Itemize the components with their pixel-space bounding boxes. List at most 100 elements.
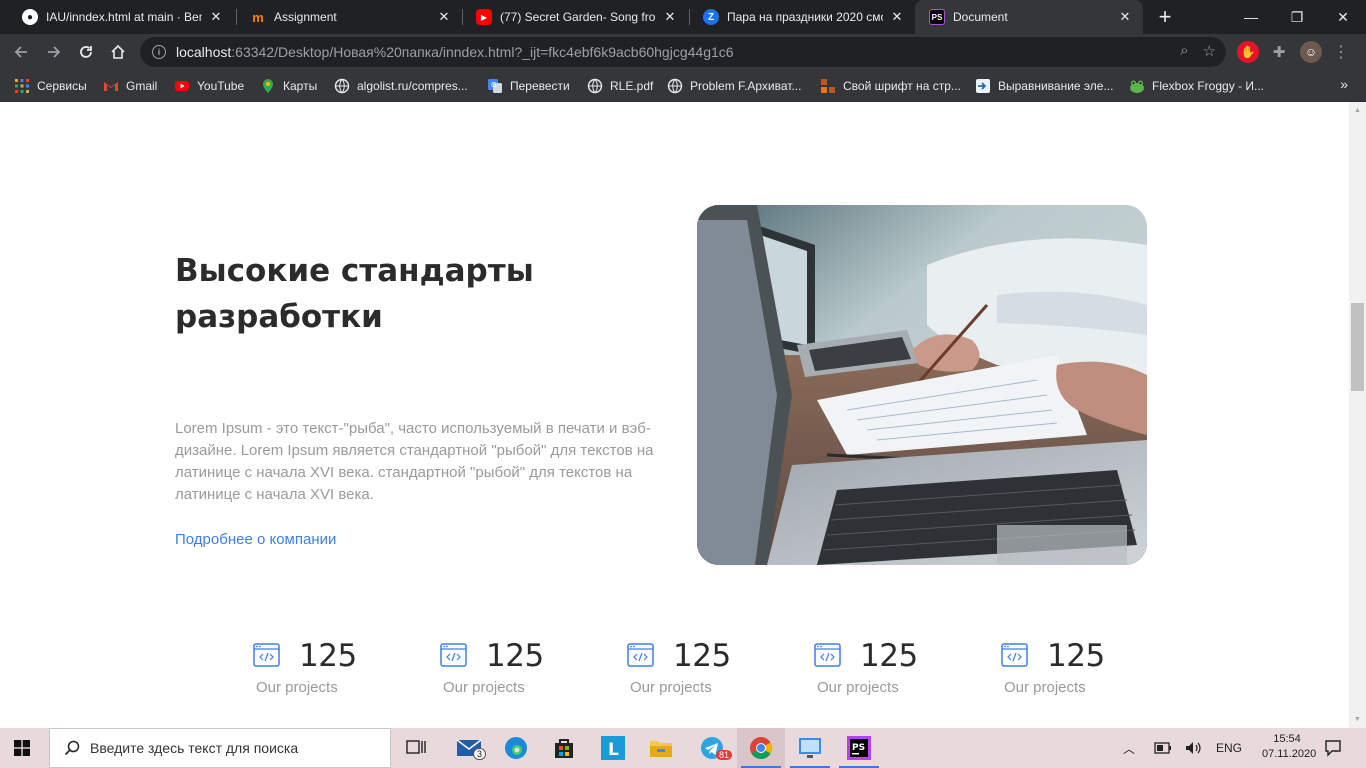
close-tab-icon[interactable]: ✕ xyxy=(662,9,678,25)
stat-item: 125 Our projects xyxy=(253,638,373,708)
bookmark-rle-pdf[interactable]: RLE.pdf xyxy=(587,76,653,96)
bookmark-label: Сервисы xyxy=(37,79,87,93)
maximize-button[interactable]: ❐ xyxy=(1274,0,1320,34)
zoom-icon[interactable]: ⌕ xyxy=(1180,42,1188,60)
about-company-link[interactable]: Подробнее о компании xyxy=(175,531,336,548)
page-scrollbar[interactable]: ▲ ▼ xyxy=(1349,102,1366,728)
browser-toolbar: i localhost:63342/Desktop/Новая%20папка/… xyxy=(0,34,1366,70)
taskbar-l-app[interactable]: L xyxy=(589,728,637,768)
tray-clock[interactable]: 15:54 07.11.2020 xyxy=(1262,732,1317,762)
tray-language[interactable]: ENG xyxy=(1216,728,1242,768)
stat-label: Our projects xyxy=(443,679,525,696)
taskbar-edge[interactable] xyxy=(492,728,540,768)
taskbar-store[interactable] xyxy=(540,728,588,768)
youtube-icon xyxy=(175,81,189,91)
reload-button[interactable] xyxy=(72,38,100,66)
bookmark-algolist[interactable]: algolist.ru/compres... xyxy=(334,76,468,96)
bookmark-flexbox-froggy[interactable]: Flexbox Froggy - И... xyxy=(1129,76,1264,96)
scrollbar-thumb[interactable] xyxy=(1351,303,1364,391)
menu-kebab-icon[interactable]: ⋮ xyxy=(1330,41,1352,63)
new-tab-button[interactable]: + xyxy=(1152,4,1178,30)
close-tab-icon[interactable]: ✕ xyxy=(436,9,452,25)
bookmark-translate[interactable]: G Перевести xyxy=(487,76,570,96)
notifications-icon[interactable] xyxy=(1324,728,1342,768)
tab-zona[interactable]: Z Пара на праздники 2020 смо ✕ xyxy=(689,0,915,34)
flexbox-icon xyxy=(976,79,990,93)
tray-battery-icon[interactable] xyxy=(1154,728,1172,768)
tab-title: Document xyxy=(953,10,1008,24)
phpstorm-icon: PS xyxy=(929,9,945,25)
tab-title: Assignment xyxy=(274,10,337,24)
gmail-icon xyxy=(104,82,118,91)
maps-pin-icon xyxy=(263,79,273,93)
taskbar-remote-desktop[interactable] xyxy=(786,728,834,768)
minimize-button[interactable]: — xyxy=(1228,0,1274,34)
bookmark-label: Свой шрифт на стр... xyxy=(843,79,961,93)
bookmark-maps[interactable]: Карты xyxy=(260,76,317,96)
tray-volume-icon[interactable] xyxy=(1185,728,1203,768)
tab-github[interactable]: ● IAU/inndex.html at main · Bem ✕ xyxy=(8,0,234,34)
store-bag-icon xyxy=(555,739,573,758)
clock-time: 15:54 xyxy=(1273,733,1301,745)
forward-button[interactable] xyxy=(40,38,68,66)
site-info-icon[interactable]: i xyxy=(152,45,166,59)
taskbar-phpstorm[interactable]: PS xyxy=(835,728,883,768)
bookmark-star-icon[interactable]: ☆ xyxy=(1203,42,1216,60)
scroll-down-arrow-icon[interactable]: ▼ xyxy=(1349,711,1366,728)
translate-icon: G xyxy=(488,79,502,93)
globe-icon xyxy=(667,78,683,94)
bookmark-label: Problem F.Архиват... xyxy=(690,79,802,93)
scroll-up-arrow-icon[interactable]: ▲ xyxy=(1349,102,1366,119)
address-bar[interactable]: i localhost:63342/Desktop/Новая%20папка/… xyxy=(140,37,1226,67)
close-tab-icon[interactable]: ✕ xyxy=(889,9,905,25)
taskbar-file-explorer[interactable] xyxy=(637,728,685,768)
tray-chevron-up-icon[interactable]: ︿ xyxy=(1123,728,1135,768)
tab-document[interactable]: PS Document ✕ xyxy=(915,0,1143,34)
taskbar-mail[interactable]: 3 xyxy=(445,728,493,768)
tab-assignment[interactable]: m Assignment ✕ xyxy=(236,0,462,34)
tab-youtube[interactable]: ▶ (77) Secret Garden- Song from ✕ xyxy=(462,0,688,34)
bookmark-label: RLE.pdf xyxy=(610,79,654,93)
moodle-icon: m xyxy=(252,9,264,25)
bookmark-label: Выравнивание эле... xyxy=(998,79,1114,93)
zona-icon: Z xyxy=(703,9,719,25)
close-window-button[interactable]: ✕ xyxy=(1320,0,1366,34)
l-app-icon: L xyxy=(601,736,625,760)
svg-text:G: G xyxy=(491,81,496,89)
close-tab-icon[interactable]: ✕ xyxy=(208,9,224,25)
forward-arrow-icon xyxy=(48,46,61,58)
bookmark-gmail[interactable]: Gmail xyxy=(103,76,157,96)
close-tab-icon[interactable]: ✕ xyxy=(1117,9,1133,25)
task-view-button[interactable] xyxy=(392,728,440,768)
stat-value: 125 xyxy=(673,638,731,674)
windows-start-icon[interactable] xyxy=(14,740,30,756)
stat-label: Our projects xyxy=(256,679,338,696)
bookmarks-overflow-icon[interactable]: » xyxy=(1340,76,1348,92)
youtube-icon: ▶ xyxy=(476,9,492,25)
back-button[interactable] xyxy=(7,38,35,66)
adblock-extension-icon[interactable]: ✋ xyxy=(1237,41,1259,63)
folder-icon xyxy=(650,741,672,757)
extensions-puzzle-icon[interactable]: ✚ xyxy=(1268,41,1290,63)
stat-value: 125 xyxy=(860,638,918,674)
bookmark-custom-font[interactable]: Свой шрифт на стр... xyxy=(820,76,961,96)
windows-taskbar: Введите здесь текст для поиска 3 L 81 PS… xyxy=(0,728,1366,768)
bookmark-flex-alignment[interactable]: Выравнивание эле... xyxy=(975,76,1113,96)
globe-icon xyxy=(334,78,350,94)
task-view-icon xyxy=(406,740,426,754)
bookmark-youtube[interactable]: YouTube xyxy=(174,76,244,96)
github-icon: ● xyxy=(22,9,38,25)
home-button[interactable] xyxy=(104,38,132,66)
stat-label: Our projects xyxy=(630,679,712,696)
taskbar-telegram[interactable]: 81 xyxy=(688,728,736,768)
bookmark-problem-f[interactable]: Problem F.Архиват... xyxy=(667,76,801,96)
bookmark-label: YouTube xyxy=(197,79,245,93)
bookmark-label: Gmail xyxy=(126,79,158,93)
clock-date: 07.11.2020 xyxy=(1262,748,1317,760)
taskbar-search-box[interactable]: Введите здесь текст для поиска xyxy=(49,728,391,768)
taskbar-chrome[interactable] xyxy=(737,728,785,768)
chrome-icon xyxy=(750,737,772,759)
globe-icon xyxy=(587,78,603,94)
bookmark-services[interactable]: Сервисы xyxy=(14,76,87,96)
profile-avatar[interactable]: ☺ xyxy=(1300,41,1322,63)
